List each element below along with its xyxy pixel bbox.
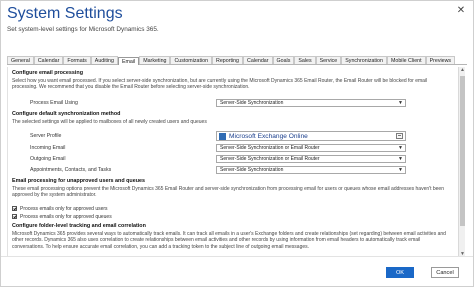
incoming-email-value: Server-Side Synchronization or Email Rou… (220, 145, 320, 151)
approved-queues-label: Process emails only for approved queues (20, 214, 112, 220)
dialog-header: System Settings Set system-level setting… (7, 5, 467, 39)
server-profile-value: Microsoft Exchange Online (229, 133, 308, 140)
dialog-title: System Settings (7, 5, 123, 22)
outgoing-email-value: Server-Side Synchronization or Email Rou… (220, 156, 320, 162)
server-profile-label: Server Profile (30, 133, 62, 139)
outgoing-email-select[interactable]: Server-Side Synchronization or Email Rou… (216, 155, 406, 163)
approved-users-label: Process emails only for approved users (20, 206, 108, 212)
chevron-down-icon: ▼ (398, 167, 403, 173)
tab-auditing[interactable]: Auditing (90, 56, 118, 64)
incoming-email-label: Incoming Email (30, 145, 66, 151)
incoming-email-select[interactable]: Server-Side Synchronization or Email Rou… (216, 144, 406, 152)
tab-formats[interactable]: Formats (63, 56, 91, 64)
tab-calendar[interactable]: Calendar (33, 56, 64, 64)
section-description-unapproved: These email processing options prevent t… (12, 186, 444, 199)
dialog-footer: OK Cancel (1, 256, 473, 286)
tab-service[interactable]: Service (315, 56, 342, 64)
approved-queues-checkbox[interactable] (12, 214, 17, 219)
exchange-icon (219, 133, 226, 140)
tab-email[interactable]: Email (117, 57, 140, 65)
chevron-down-icon: ▼ (398, 156, 403, 162)
approved-users-checkbox[interactable] (12, 206, 17, 211)
section-heading-folder-tracking: Configure folder-level tracking and emai… (12, 223, 146, 229)
process-email-value: Server-Side Synchronization (220, 100, 284, 106)
tab-goals[interactable]: Goals (272, 56, 295, 64)
lookup-icon[interactable] (396, 133, 403, 139)
dialog-subtitle: Set system-level settings for Microsoft … (7, 26, 159, 33)
process-email-label: Process Email Using (30, 100, 78, 106)
appointments-label: Appointments, Contacts, and Tasks (30, 167, 112, 173)
tab-synchronization[interactable]: Synchronization (341, 56, 387, 64)
section-heading-email-processing: Configure email processing (12, 70, 83, 76)
appointments-value: Server-Side Synchronization (220, 167, 284, 173)
process-email-select[interactable]: Server-Side Synchronization ▼ (216, 99, 406, 107)
system-settings-dialog: System Settings Set system-level setting… (0, 0, 474, 287)
cancel-button[interactable]: Cancel (431, 267, 459, 278)
settings-tabs: General Calendar Formats Auditing Email Marke… (7, 56, 467, 65)
scrollbar-thumb[interactable] (460, 76, 465, 226)
tab-calendar[interactable]: Calendar (243, 56, 273, 64)
email-settings-panel[interactable]: Configure email processing Select how yo… (7, 67, 465, 258)
vertical-scrollbar[interactable]: ▲ ▼ (458, 67, 465, 258)
server-profile-lookup[interactable]: Microsoft Exchange Online (216, 131, 406, 141)
section-heading-default-sync: Configure default synchronization method (12, 111, 121, 117)
tab-marketing[interactable]: Marketing (139, 56, 171, 64)
appointments-select[interactable]: Server-Side Synchronization ▼ (216, 166, 406, 174)
tab-sales[interactable]: Sales (294, 56, 316, 64)
tab-general[interactable]: General (7, 56, 34, 64)
outgoing-email-label: Outgoing Email (30, 156, 66, 162)
section-heading-unapproved: Email processing for unapproved users an… (12, 178, 146, 184)
tab-customization[interactable]: Customization (170, 56, 213, 64)
section-description-email-processing: Select how you want email processed. If … (12, 78, 428, 91)
close-icon[interactable]: ✕ (455, 5, 467, 17)
section-description-folder-tracking: Microsoft Dynamics 365 provides several … (12, 231, 446, 250)
ok-button[interactable]: OK (386, 267, 414, 278)
tab-previews[interactable]: Previews (425, 56, 456, 64)
tab-mobile-client[interactable]: Mobile Client (386, 56, 426, 64)
scroll-up-icon[interactable]: ▲ (459, 67, 465, 74)
chevron-down-icon: ▼ (398, 100, 403, 106)
tab-reporting[interactable]: Reporting (212, 56, 243, 64)
chevron-down-icon: ▼ (398, 145, 403, 151)
section-description-default-sync: The selected settings will be applied to… (12, 119, 207, 125)
